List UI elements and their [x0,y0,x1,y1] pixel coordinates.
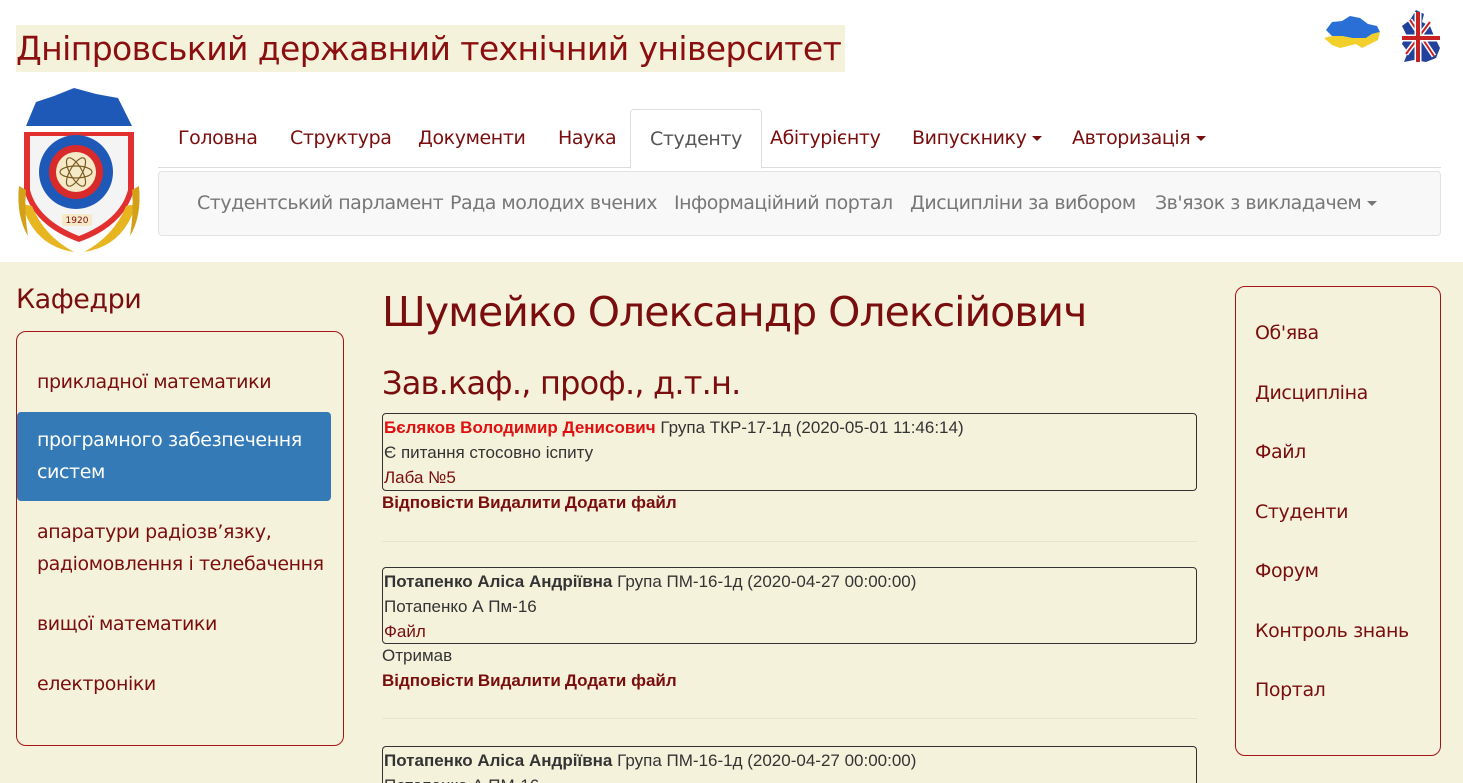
message-sender: Бєляков Володимир Денисович [384,418,656,437]
department-radio-tv-equipment[interactable]: апаратури радіозв’язку, радіомовлення і … [17,516,331,580]
subnav-item-student-parliament[interactable]: Студентський парламент [197,172,444,235]
department-label: систем [37,461,105,483]
message-card: Бєляков Володимир Денисович Група ТКР-17… [382,413,1197,491]
student-subnavigation: Студентський парламент Рада молодих вчен… [158,171,1441,236]
department-software-systems[interactable]: програмного забезпечення систем [17,412,331,501]
delete-button[interactable]: Видалити [478,493,561,512]
menu-link-knowledge-control[interactable]: Контроль знань [1255,620,1409,642]
departments-heading: Кафедри [16,284,142,315]
department-label: електроніки [37,673,156,695]
message-actions: Відповісти Видалити Додати файл [382,668,681,693]
ukrainian-language-flag-icon[interactable] [1322,8,1382,61]
nav-item-graduate[interactable]: Випускнику [912,109,1043,168]
message-header: Потапенко Аліса Андріївна Група ПМ-16-1д… [384,569,1195,594]
department-label: вищої математики [37,613,217,635]
subnav-label: Зв'язок з викладачем [1155,192,1362,214]
reply-button[interactable]: Відповісти [382,493,474,512]
message-attachment-link[interactable]: Лаба №5 [384,465,1195,490]
departments-panel: прикладної математики програмного забезп… [16,331,344,746]
delete-button[interactable]: Видалити [478,671,561,690]
message-divider [382,541,1197,542]
subnav-item-info-portal[interactable]: Інформаційний портал [674,172,893,235]
nav-label: Наука [558,127,617,149]
chevron-down-icon [1367,201,1378,206]
message-sender: Потапенко Аліса Андріївна [384,751,613,770]
nav-item-science[interactable]: Наука [558,109,617,168]
message-meta: Група ПМ-16-1д (2020-04-27 00:00:00) [617,751,917,770]
nav-label: Авторизація [1072,127,1191,149]
nav-label: Структура [290,127,392,149]
subnav-item-contact-teacher[interactable]: Зв'язок з викладачем [1155,172,1378,235]
nav-item-login[interactable]: Авторизація [1072,109,1207,168]
message-sender: Потапенко Аліса Андріївна [384,572,613,591]
nav-label: Абітурієнту [770,127,881,149]
nav-label: Головна [178,127,258,149]
add-file-button[interactable]: Додати файл [565,671,677,690]
subnav-item-elective-disciplines[interactable]: Дисципліни за вибором [910,172,1136,235]
department-higher-math[interactable]: вищої математики [17,608,331,640]
menu-link-forum[interactable]: Форум [1255,560,1319,582]
message-card: Потапенко Аліса Андріївна Група ПМ-16-1д… [382,567,1197,644]
message-body: Є питання стосовно іспиту [384,443,594,462]
message-body: Потапенко А ПМ-16 [384,773,1195,783]
department-applied-math[interactable]: прикладної математики [17,366,331,398]
department-label: радіомовлення і телебачення [37,553,324,575]
teacher-name: Шумейко Олександр Олексійович [382,288,1087,336]
department-label: апаратури радіозв’язку, [37,521,272,543]
nav-label: Студенту [650,128,742,150]
message-actions: Відповісти Видалити Додати файл [382,490,681,515]
nav-item-structure[interactable]: Структура [290,109,392,168]
subnav-label: Рада молодих вчених [450,192,658,214]
department-label: програмного забезпечення [37,429,302,451]
nav-label: Випускнику [912,127,1027,149]
reply-button[interactable]: Відповісти [382,671,474,690]
message-attachment-link[interactable]: Файл [384,619,1195,644]
nav-item-documents[interactable]: Документи [418,109,526,168]
message-card: Потапенко Аліса Андріївна Група ПМ-16-1д… [382,746,1197,783]
site-title: Дніпровський державний технічний універс… [16,25,846,72]
subnav-item-young-scientists[interactable]: Рада молодих вчених [450,172,658,235]
subnav-label: Студентський парламент [197,192,444,214]
university-logo[interactable]: 1920 [14,86,144,256]
nav-item-applicant[interactable]: Абітурієнту [770,109,881,168]
nav-label: Документи [418,127,526,149]
subnav-label: Дисципліни за вибором [910,192,1136,214]
chevron-down-icon [1196,136,1207,141]
message-header: Потапенко Аліса Андріївна Група ПМ-16-1д… [384,748,1195,773]
english-language-flag-icon[interactable] [1396,8,1442,71]
add-file-button[interactable]: Додати файл [565,493,677,512]
message-meta: Група ПМ-16-1д (2020-04-27 00:00:00) [617,572,917,591]
department-electronics[interactable]: електроніки [17,668,331,700]
message-divider [382,718,1197,719]
nav-item-student[interactable]: Студенту [630,109,762,169]
menu-link-portal[interactable]: Портал [1255,679,1326,701]
nav-item-home[interactable]: Головна [178,109,258,168]
chevron-down-icon [1032,136,1043,141]
message-meta: Група ТКР-17-1д (2020-05-01 11:46:14) [660,418,964,437]
menu-link-students[interactable]: Студенти [1255,501,1348,523]
svg-text:1920: 1920 [66,216,89,226]
menu-link-discipline[interactable]: Дисципліна [1255,382,1368,404]
menu-link-announcement[interactable]: Об'ява [1255,322,1319,344]
message-header: Бєляков Володимир Денисович Група ТКР-17… [384,415,1195,440]
message-status: Отримав [382,646,453,665]
department-label: прикладної математики [37,371,272,393]
message-body: Потапенко А Пм-16 [384,597,537,616]
subnav-label: Інформаційний портал [674,192,893,214]
teacher-menu-panel: Об'ява Дисципліна Файл Студенти Форум Ко… [1235,286,1441,756]
main-navigation: Головна Структура Документи Наука Студен… [158,109,1441,169]
teacher-position: Зав.каф., проф., д.т.н. [382,364,741,402]
menu-link-file[interactable]: Файл [1255,441,1306,463]
